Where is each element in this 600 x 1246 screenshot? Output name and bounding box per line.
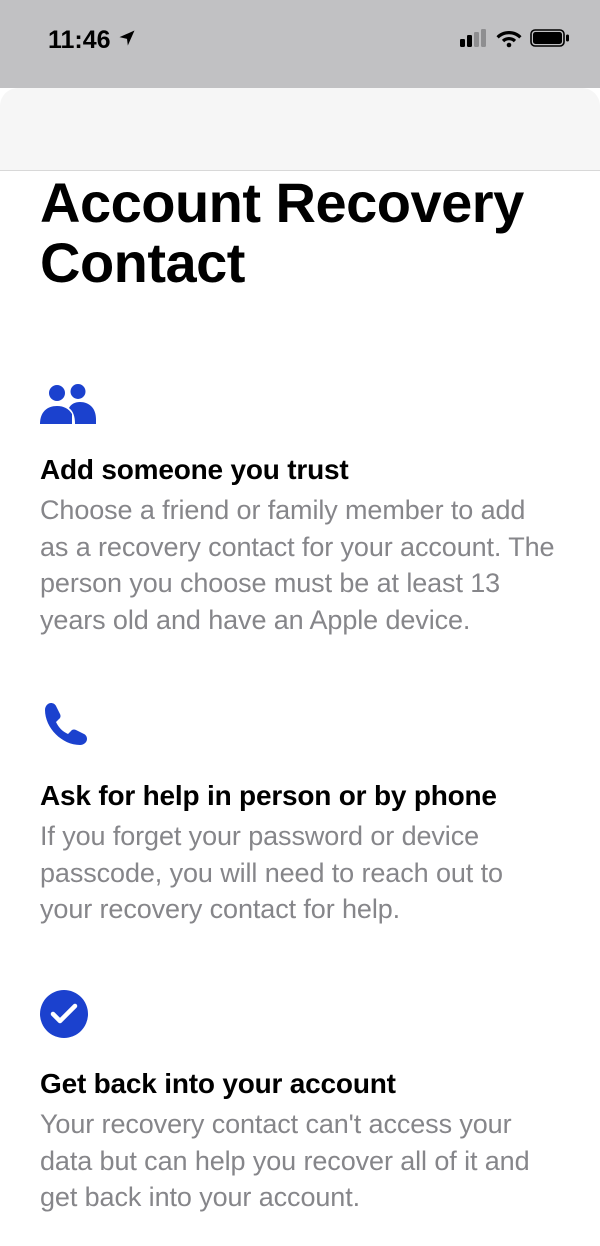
feature-ask-help: Ask for help in person or by phone If yo… bbox=[40, 700, 560, 928]
wifi-icon bbox=[496, 28, 522, 53]
feature-title: Add someone you trust bbox=[40, 452, 560, 488]
content: Account Recovery Contact Add someone you… bbox=[0, 173, 600, 1215]
feature-body: Choose a friend or family member to add … bbox=[40, 492, 560, 638]
page-title: Account Recovery Contact bbox=[40, 173, 560, 294]
status-right bbox=[460, 28, 570, 53]
phone-icon bbox=[40, 700, 560, 750]
status-bar: 11:46 bbox=[0, 0, 600, 88]
battery-icon bbox=[530, 29, 570, 52]
feature-body: Your recovery contact can't access your … bbox=[40, 1106, 560, 1215]
status-time: 11:46 bbox=[48, 26, 111, 55]
feature-title: Get back into your account bbox=[40, 1066, 560, 1102]
nav-header bbox=[0, 88, 600, 171]
status-time-group: 11:46 bbox=[48, 26, 137, 55]
feature-add-someone: Add someone you trust Choose a friend or… bbox=[40, 384, 560, 638]
people-icon bbox=[40, 384, 560, 424]
location-icon bbox=[117, 26, 137, 55]
checkmark-circle-icon bbox=[40, 990, 560, 1038]
cellular-signal-icon bbox=[460, 29, 488, 52]
feature-body: If you forget your password or device pa… bbox=[40, 818, 560, 927]
feature-title: Ask for help in person or by phone bbox=[40, 778, 560, 814]
feature-get-back: Get back into your account Your recovery… bbox=[40, 990, 560, 1216]
